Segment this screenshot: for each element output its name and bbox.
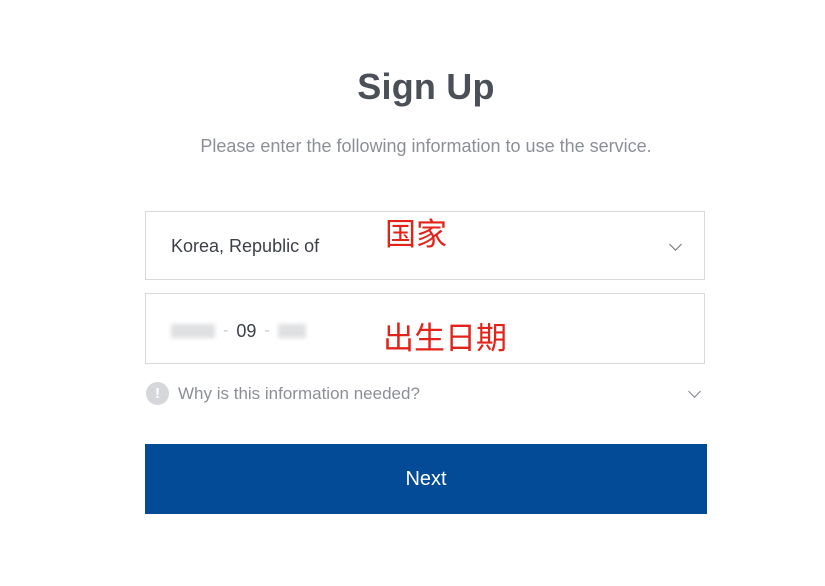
- chevron-down-icon: [669, 238, 682, 251]
- page-subtitle: Please enter the following information t…: [200, 136, 652, 156]
- birthdate-year-redacted: [171, 324, 215, 338]
- country-select-value: Korea, Republic of: [171, 236, 320, 256]
- chevron-down-icon: [688, 385, 701, 398]
- page-title: Sign Up: [357, 66, 495, 107]
- birthdate-separator: -: [223, 322, 229, 339]
- info-toggle[interactable]: ! Why is this information needed?: [145, 381, 705, 407]
- birthdate-month: 09: [236, 320, 257, 341]
- next-button[interactable]: Next: [145, 444, 707, 514]
- birthdate-annotation: 出生日期: [383, 321, 507, 357]
- birthdate-value: - 09 -: [171, 320, 306, 342]
- birthdate-day-redacted: [277, 324, 306, 338]
- birthdate-separator: -: [264, 322, 270, 339]
- signup-page: Sign Up Please enter the following infor…: [0, 0, 825, 586]
- info-text: Why is this information needed?: [178, 384, 420, 403]
- country-annotation: 国家: [385, 217, 447, 253]
- info-icon: !: [146, 382, 169, 405]
